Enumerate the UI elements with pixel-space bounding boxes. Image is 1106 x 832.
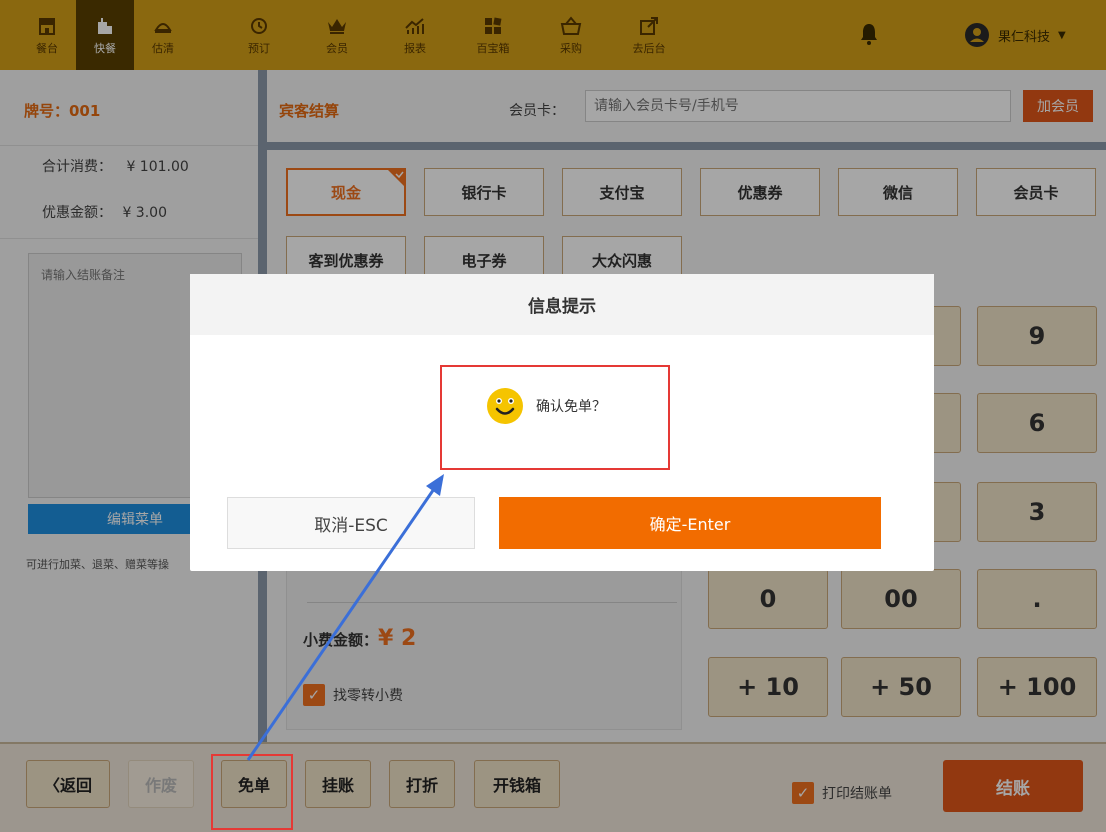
- cancel-esc-button[interactable]: 取消-ESC: [227, 497, 475, 549]
- annotation-highlight-message: [440, 365, 670, 470]
- dialog-title: 信息提示: [190, 274, 934, 335]
- confirm-enter-button[interactable]: 确定-Enter: [499, 497, 881, 549]
- annotation-highlight-free-button: [211, 754, 293, 830]
